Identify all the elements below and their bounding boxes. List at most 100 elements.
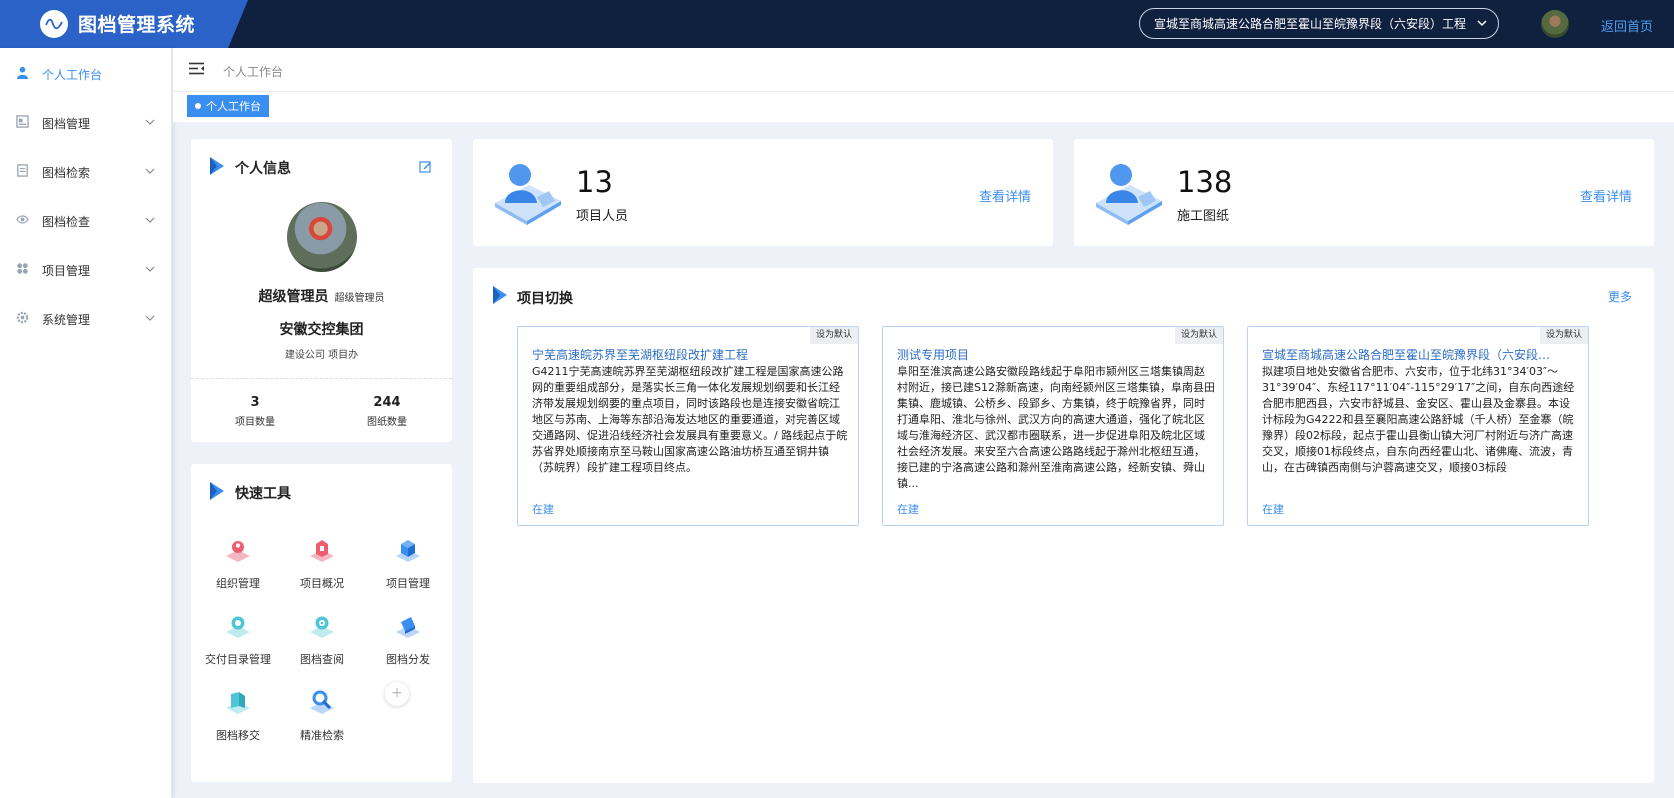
section-marker-icon <box>210 157 224 175</box>
breadcrumb-bar: 个人工作台 <box>173 48 1674 92</box>
project-status: 在建 <box>1262 503 1284 516</box>
tab-label: 个人工作台 <box>206 100 261 113</box>
document-search-icon <box>17 164 28 177</box>
menu-collapse-icon[interactable] <box>189 62 204 75</box>
tool-label: 图档移交 <box>216 729 260 742</box>
profile-card: 个人信息 超级管理员 超级管理员 安徽交控集团 建设公司 项目办 3 项目数量 2… <box>191 139 452 442</box>
app-title: 图档管理系统 <box>78 14 196 36</box>
project-switch-card: 项目切换 更多 设为默认 宁芜高速皖苏界至芜湖枢纽段改扩建工程 G4211宁芜高… <box>473 268 1654 783</box>
tool-label: 图档查阅 <box>300 653 344 666</box>
project-name[interactable]: 测试专用项目 <box>897 346 1197 363</box>
user-avatar[interactable] <box>1541 10 1569 38</box>
organization-icon <box>226 541 250 562</box>
sidebar-item-label: 项目管理 <box>42 264 91 278</box>
sidebar-item-label: 图档检查 <box>42 215 91 229</box>
delivery-catalog-icon <box>226 616 250 638</box>
set-default-button[interactable]: 设为默认 <box>809 327 858 344</box>
project-name[interactable]: 宁芜高速皖苏界至芜湖枢纽段改扩建工程 <box>532 346 832 363</box>
stat-drawing-count: 244 图纸数量 <box>337 395 437 428</box>
quick-tools-title: 快速工具 <box>235 486 291 502</box>
project-selector[interactable]: 宣城至商城高速公路合肥至霍山至皖豫界段（六安段）工程 <box>1139 8 1499 39</box>
stat-value: 138 <box>1177 165 1233 199</box>
avatar <box>287 202 357 272</box>
stat-value: 244 <box>373 395 401 410</box>
view-details-link[interactable]: 查看详情 <box>1580 186 1632 205</box>
eye-icon <box>16 215 29 224</box>
tool-project-management[interactable]: 项目管理 <box>363 536 453 591</box>
tool-archive-distribute[interactable]: 图档分发 <box>363 612 453 667</box>
archive-icon <box>16 115 29 128</box>
sidebar-item-project-management[interactable]: 项目管理 <box>0 255 172 283</box>
department-name: 建设公司 项目办 <box>284 350 359 361</box>
project-card[interactable]: 设为默认 宣城至商城高速公路合肥至霍山至皖豫界段（六安段）工程 拟建项目地处安徽… <box>1247 326 1589 526</box>
tab-personal-workbench[interactable]: 个人工作台 <box>187 95 269 117</box>
project-card[interactable]: 设为默认 测试专用项目 阜阳至淮滨高速公路安徽段路线起于阜阳市颍州区三塔集镇周赵… <box>882 326 1224 526</box>
stat-value: 3 <box>250 395 260 410</box>
gear-icon <box>16 311 29 324</box>
breadcrumb[interactable]: 个人工作台 <box>223 63 283 80</box>
project-description: 拟建项目地处安徽省合肥市、六安市，位于北纬31°34′03″～31°39′04″… <box>1262 365 1575 474</box>
tool-label: 图档分发 <box>386 653 430 666</box>
project-name[interactable]: 宣城至商城高速公路合肥至霍山至皖豫界段（六安段）工程 <box>1262 346 1562 363</box>
project-status: 在建 <box>897 503 919 516</box>
project-description: G4211宁芜高速皖苏界至芜湖枢纽段改扩建工程是国家高速公路网的重要组成部分，是… <box>532 365 848 474</box>
set-default-button[interactable]: 设为默认 <box>1539 327 1588 344</box>
sidebar-item-label: 系统管理 <box>42 313 91 327</box>
tool-label: 精准检索 <box>300 729 344 742</box>
tool-label: 交付目录管理 <box>205 653 271 666</box>
project-switch-title: 项目切换 <box>517 291 573 307</box>
precise-search-icon <box>310 690 334 714</box>
project-selector-label: 宣城至商城高速公路合肥至霍山至皖豫界段（六安段）工程 <box>1154 17 1467 31</box>
tool-label: 项目概况 <box>300 577 344 590</box>
active-dot-icon <box>195 103 201 109</box>
tool-label: 组织管理 <box>216 577 260 590</box>
tool-archive-view[interactable]: 图档查阅 <box>277 612 367 667</box>
tool-archive-transfer[interactable]: 图档移交 <box>193 688 283 743</box>
project-card[interactable]: 设为默认 宁芜高速皖苏界至芜湖枢纽段改扩建工程 G4211宁芜高速皖苏界至芜湖枢… <box>517 326 859 526</box>
sidebar-item-personal-workbench[interactable]: 个人工作台 <box>0 59 172 87</box>
set-default-button[interactable]: 设为默认 <box>1174 327 1223 344</box>
chevron-down-icon <box>145 266 155 272</box>
user-name: 超级管理员 <box>258 289 329 305</box>
tool-precise-search[interactable]: 精准检索 <box>277 688 367 743</box>
profile-name-row: 超级管理员 超级管理员 <box>191 286 452 306</box>
app-logo-icon <box>40 10 68 38</box>
add-tool-button[interactable]: + <box>385 682 409 706</box>
drawings-illustration-icon <box>1096 164 1162 225</box>
divider <box>191 378 452 379</box>
tool-project-overview[interactable]: 项目概况 <box>277 536 367 591</box>
sidebar-item-label: 图档管理 <box>42 117 91 131</box>
sidebar: 个人工作台 图档管理 图档检索 图档检查 项目管理 系统管理 <box>0 48 172 798</box>
tool-label: 项目管理 <box>386 577 430 590</box>
sidebar-item-system-management[interactable]: 系统管理 <box>0 304 172 332</box>
return-home-link[interactable]: 返回首页 <box>1601 16 1653 35</box>
personnel-illustration-icon <box>495 164 561 225</box>
section-marker-icon <box>493 286 507 304</box>
top-header: 图档管理系统 宣城至商城高速公路合肥至霍山至皖豫界段（六安段）工程 返回首页 <box>0 0 1674 48</box>
sidebar-item-archive-inspection[interactable]: 图档检查 <box>0 206 172 234</box>
sidebar-item-archive-search[interactable]: 图档检索 <box>0 157 172 185</box>
edit-icon[interactable] <box>419 160 432 173</box>
sidebar-item-label: 图档检索 <box>42 166 91 180</box>
sidebar-item-label: 个人工作台 <box>42 68 103 82</box>
stat-caption: 施工图纸 <box>1177 209 1230 224</box>
chevron-down-icon <box>145 119 155 125</box>
archive-view-icon <box>310 616 334 638</box>
stat-card-drawings: 138 施工图纸 查看详情 <box>1074 139 1654 246</box>
project-description: 阜阳至淮滨高速公路安徽段路线起于阜阳市颍州区三塔集镇周赵村附近，接已建S12滁新… <box>897 365 1215 490</box>
project-overview-icon <box>310 540 334 562</box>
sidebar-item-archive-management[interactable]: 图档管理 <box>0 108 172 136</box>
chevron-down-icon <box>1477 20 1487 27</box>
tags-view-bar: 个人工作台 <box>173 92 1674 122</box>
chevron-down-icon <box>145 315 155 321</box>
tool-delivery-catalog[interactable]: 交付目录管理 <box>193 612 283 667</box>
stat-label: 图纸数量 <box>367 417 407 428</box>
view-details-link[interactable]: 查看详情 <box>979 186 1031 205</box>
section-marker-icon <box>210 482 224 500</box>
more-link[interactable]: 更多 <box>1608 288 1632 305</box>
quick-tools-card: 快速工具 组织管理 项目概况 项目管理 交付目录管理 图档查阅 图档分发 图档移… <box>191 464 452 782</box>
archive-transfer-icon <box>226 692 250 714</box>
user-role: 超级管理员 <box>334 293 385 304</box>
tool-organization[interactable]: 组织管理 <box>193 536 283 591</box>
project-status: 在建 <box>532 503 554 516</box>
